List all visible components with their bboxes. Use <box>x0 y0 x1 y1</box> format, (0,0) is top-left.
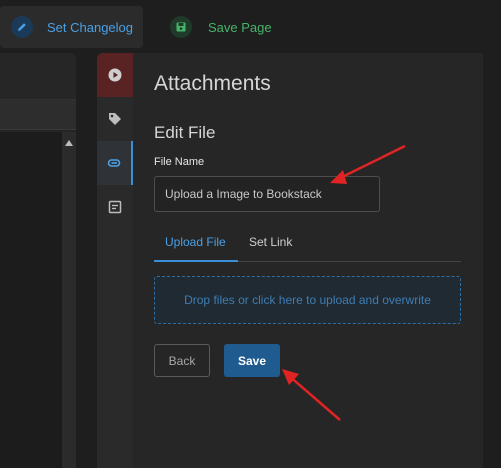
save-icon <box>170 16 192 38</box>
set-changelog-button[interactable]: Set Changelog <box>0 6 143 48</box>
editor-panel <box>0 53 76 468</box>
save-page-button[interactable]: Save Page <box>158 6 278 48</box>
editor-screen: Set Changelog Save Page Attachments Edit… <box>0 0 501 468</box>
attachment-icon <box>107 159 121 167</box>
file-name-input[interactable] <box>154 176 380 212</box>
sidebar-tab-rail <box>97 53 133 468</box>
sidebar-tab-info[interactable] <box>97 53 133 97</box>
sidebar-tab-attachments[interactable] <box>97 141 133 185</box>
panel-title: Attachments <box>154 72 271 95</box>
edit-file-heading: Edit File <box>154 123 216 142</box>
editor-scrollbar[interactable] <box>62 132 76 468</box>
editor-toolbar <box>0 53 76 100</box>
tag-icon <box>109 113 121 125</box>
scroll-up-icon[interactable] <box>65 140 73 146</box>
save-button[interactable]: Save <box>224 344 280 377</box>
save-page-label: Save Page <box>208 19 272 35</box>
set-changelog-label: Set Changelog <box>47 19 134 35</box>
play-icon <box>108 68 122 82</box>
sidebar-tab-tags[interactable] <box>97 97 133 141</box>
back-button[interactable]: Back <box>154 344 210 377</box>
file-dropzone[interactable]: Drop files or click here to upload and o… <box>154 276 461 324</box>
tab-upload-file[interactable]: Upload File <box>165 235 226 261</box>
attachments-panel: Attachments Edit File File Name Upload F… <box>133 53 483 468</box>
pencil-icon <box>11 16 33 38</box>
sidebar-tab-templates[interactable] <box>97 185 133 229</box>
tab-set-link[interactable]: Set Link <box>249 235 292 261</box>
file-name-label: File Name <box>154 156 205 168</box>
template-icon <box>108 200 122 214</box>
editor-subbar <box>0 100 76 130</box>
active-tab-indicator <box>154 260 238 262</box>
